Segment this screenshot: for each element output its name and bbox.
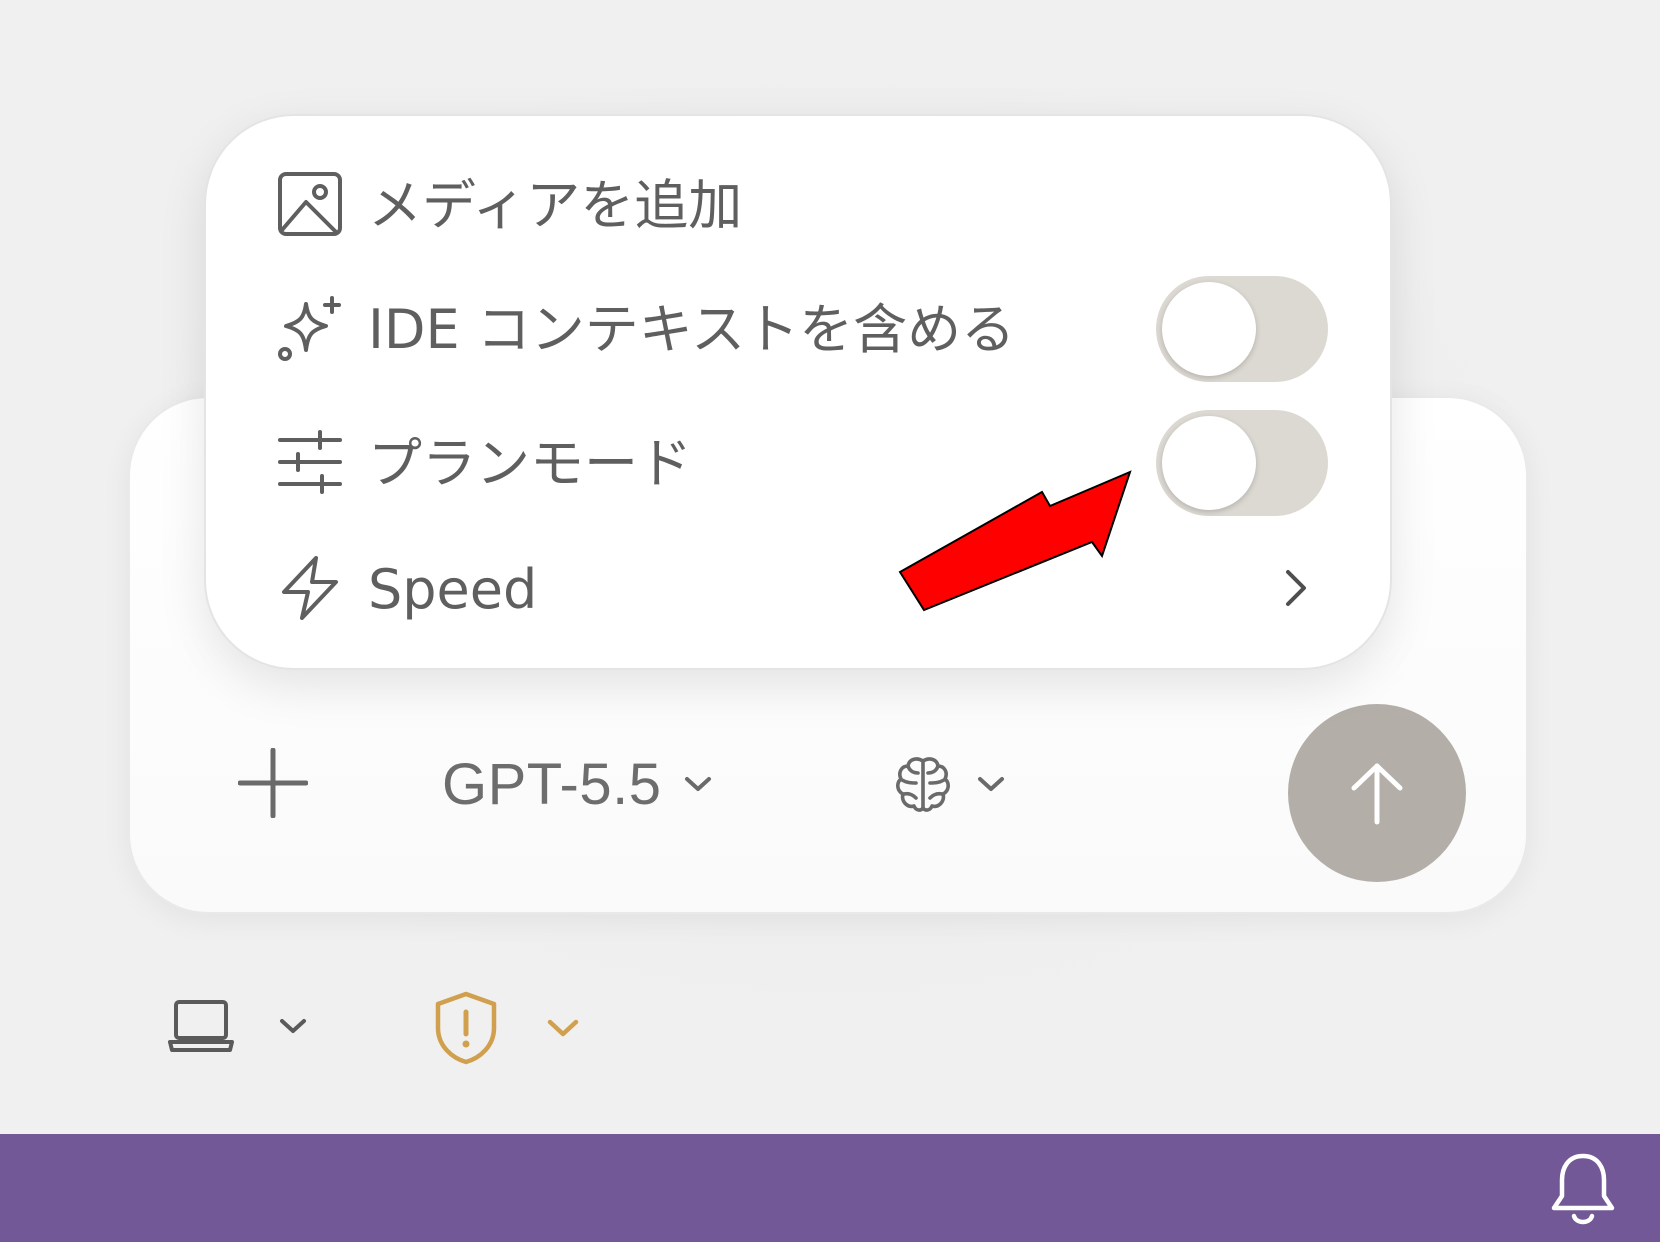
lightning-icon xyxy=(282,556,338,620)
menu-item-speed[interactable]: Speed xyxy=(206,534,1390,644)
bell-icon xyxy=(1551,1153,1615,1225)
menu-item-label: プランモード xyxy=(368,432,692,495)
chevron-down-icon xyxy=(547,1019,579,1037)
brain-icon xyxy=(896,757,950,812)
chevron-down-icon xyxy=(685,777,712,791)
plus-icon xyxy=(237,747,309,819)
menu-item-ide-context[interactable]: IDE コンテキストを含める xyxy=(206,274,1390,384)
model-label: GPT-5.5 xyxy=(442,751,662,817)
notifications-button[interactable] xyxy=(1548,1150,1618,1230)
permissions-selector[interactable] xyxy=(434,990,580,1066)
model-selector[interactable]: GPT-5.5 xyxy=(442,744,713,824)
composer-options-menu: メディアを追加 IDE コンテキストを含める プランモード Speed xyxy=(204,114,1392,670)
plan-mode-toggle[interactable] xyxy=(1156,410,1328,516)
laptop-icon xyxy=(168,1000,234,1052)
menu-item-add-media[interactable]: メディアを追加 xyxy=(206,150,1390,260)
status-bar xyxy=(0,1134,1660,1242)
toggle-knob xyxy=(1162,416,1256,510)
environment-selector[interactable] xyxy=(168,998,308,1054)
sparkle-plus-icon xyxy=(278,296,341,361)
reasoning-selector[interactable] xyxy=(892,744,1006,824)
menu-item-label: Speed xyxy=(368,558,538,621)
shield-warning-icon xyxy=(435,991,497,1065)
send-button[interactable] xyxy=(1288,704,1466,882)
bottom-controls xyxy=(0,980,1660,1080)
add-button[interactable] xyxy=(237,747,309,819)
image-icon xyxy=(278,172,342,236)
composer-toolbar: GPT-5.5 xyxy=(130,688,1526,882)
chevron-down-icon xyxy=(280,1019,306,1033)
toggle-knob xyxy=(1162,282,1256,376)
sliders-icon xyxy=(278,430,342,494)
menu-item-label: メディアを追加 xyxy=(368,174,743,237)
ide-context-toggle[interactable] xyxy=(1156,276,1328,382)
chevron-right-icon xyxy=(1286,570,1306,606)
menu-item-plan-mode[interactable]: プランモード xyxy=(206,408,1390,518)
menu-item-label: IDE コンテキストを含める xyxy=(368,298,1016,361)
chevron-down-icon xyxy=(978,777,1004,791)
arrow-up-icon xyxy=(1351,763,1403,825)
